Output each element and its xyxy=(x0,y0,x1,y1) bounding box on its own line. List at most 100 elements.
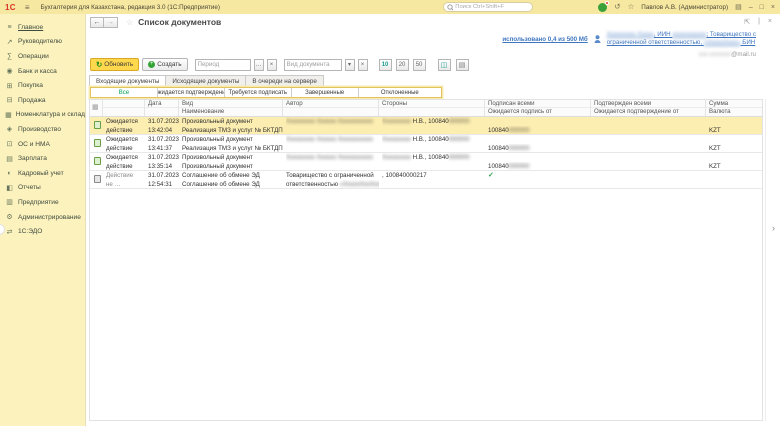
enterprise-building-icon: ▥ xyxy=(5,198,14,207)
date-cell: 31.07.202313:35:14 xyxy=(145,153,179,170)
sidebar-item-purchase[interactable]: ⊞ Покупка xyxy=(0,78,85,93)
refresh-button[interactable]: ↻ Обновить xyxy=(90,58,139,71)
nav-buttons: ← → xyxy=(90,17,118,28)
favorite-star-icon[interactable]: ☆ xyxy=(126,18,133,27)
sidebar-item-reports[interactable]: ◧ Отчеты xyxy=(0,181,85,196)
app-title: Бухгалтерия для Казахстана, редакция 3.0… xyxy=(41,4,221,11)
tab-outgoing-documents[interactable]: Исходящие документы xyxy=(166,75,246,87)
refresh-icon: ↻ xyxy=(96,60,102,69)
page-size-50-button[interactable]: 50 xyxy=(413,59,426,71)
header-parties[interactable]: Стороны xyxy=(379,100,485,116)
status-cell: Ожидаетсядействие xyxy=(103,135,145,152)
sidebar-item-main[interactable]: ≡ Главное xyxy=(0,20,85,35)
purchase-cart-icon: ⊞ xyxy=(5,81,14,90)
parties-cell: Ххххххххх Н.В., 100840000000 xyxy=(379,153,485,170)
row-icon-cell xyxy=(90,153,103,170)
page-size-10-button[interactable]: 10 xyxy=(379,59,392,71)
doctype-dropdown-button[interactable]: ▾ xyxy=(345,59,355,71)
header-kind-name[interactable]: ВидНаименование xyxy=(179,100,283,116)
sidebar-item-enterprise[interactable]: ▥ Предприятие xyxy=(0,195,85,210)
filter-completed[interactable]: Завершенные xyxy=(292,88,359,97)
sidebar-item-bank-cash[interactable]: ◉ Банк и касса xyxy=(0,64,85,79)
list-view-button[interactable]: ◫ xyxy=(438,59,451,71)
sidebar-item-fixed-assets[interactable]: ⊡ ОС и НМА xyxy=(0,137,85,152)
filter-all[interactable]: Все xyxy=(91,88,158,97)
app-close-button[interactable]: × xyxy=(771,4,775,11)
sidebar-item-sales[interactable]: ⊟ Продажа xyxy=(0,93,85,108)
app-maximize-button[interactable]: □ xyxy=(760,4,764,11)
signed-cell: 100840000000 xyxy=(485,153,591,170)
period-choose-button[interactable]: … xyxy=(254,59,264,71)
search-input[interactable] xyxy=(455,4,529,10)
right-panel-expander[interactable]: › xyxy=(768,217,779,239)
sidebar-item-manager[interactable]: ↗ Руководителю xyxy=(0,35,85,50)
sidebar-item-production[interactable]: ◈ Производство xyxy=(0,122,85,137)
hr-people-icon: ◐ xyxy=(5,169,14,178)
header-date[interactable]: Дата xyxy=(145,100,179,116)
date-cell: 31.07.202312:54:31 xyxy=(145,171,179,188)
discussions-icon[interactable] xyxy=(598,3,607,12)
list-settings-button[interactable]: ▤ xyxy=(456,59,469,71)
table-row[interactable]: Ожидаетсядействие 31.07.202313:42:04 Про… xyxy=(90,117,762,135)
table-row[interactable]: Ожидаетсядействие 31.07.202313:35:14 Про… xyxy=(90,153,762,171)
current-user[interactable]: Павлов А.В. (Администратор) xyxy=(641,4,728,11)
filter-rejected[interactable]: Отклоненные xyxy=(359,88,441,97)
sidebar-item-edo[interactable]: ⇄ 1С:ЭДО xyxy=(0,224,85,239)
organization-link[interactable]: Ххххххххх Ххххх, ИИН ххххххххххх; Товари… xyxy=(607,31,756,47)
sum-cell: KZT xyxy=(706,135,763,152)
signed-cell: ✓ xyxy=(485,171,591,188)
tab-incoming-documents[interactable]: Входящие документы xyxy=(89,75,166,87)
pin-icon[interactable]: | xyxy=(758,18,760,26)
detach-window-icon[interactable]: ⇱ xyxy=(744,18,750,26)
status-cell: Ожидаетсядействие xyxy=(103,153,145,170)
filter-awaiting-confirmation[interactable]: Ожидается подтверждение xyxy=(158,88,225,97)
1c-logo: 1С xyxy=(5,3,16,12)
panels-icon[interactable]: ▤ xyxy=(735,3,742,11)
signed-check-icon: ✓ xyxy=(488,172,494,179)
quota-link[interactable]: использовано 0,4 из 500 Мб xyxy=(502,36,587,43)
sidebar-item-operations[interactable]: ∑ Операции xyxy=(0,49,85,64)
org-line-2: ограниченной ответственностью, «ХххххХхх… xyxy=(607,39,756,47)
form-header: ← → ☆ Список документов xyxy=(90,16,221,28)
sidebar-item-inventory[interactable]: ▦ Номенклатура и склад xyxy=(0,108,85,123)
main-menu-icon[interactable]: ≡ xyxy=(25,3,30,12)
inventory-grid-icon: ▦ xyxy=(5,110,12,119)
edo-exchange-icon: ⇄ xyxy=(5,227,14,236)
global-search[interactable] xyxy=(443,2,533,12)
period-clear-button[interactable]: × xyxy=(267,59,277,71)
filter-needs-signing[interactable]: Требуется подписать xyxy=(225,88,292,97)
header-signed[interactable]: Подписан всемиОжидается подпись от xyxy=(485,100,591,116)
forward-button[interactable]: → xyxy=(104,17,118,28)
back-button[interactable]: ← xyxy=(90,17,104,28)
table-row[interactable]: Действиене … 31.07.202312:54:31 Соглашен… xyxy=(90,171,762,189)
production-icon: ◈ xyxy=(5,125,14,134)
plus-icon: + xyxy=(148,61,155,68)
sidebar-item-hr[interactable]: ◐ Кадровый учет xyxy=(0,166,85,181)
form-close-icon[interactable]: × xyxy=(768,18,772,26)
org-line-1: Ххххххххх Ххххх, ИИН ххххххххххх; Товари… xyxy=(607,31,756,39)
sum-cell: KZT xyxy=(706,117,763,134)
period-input[interactable] xyxy=(195,59,251,71)
sections-sidebar: ≡ Главное ↗ Руководителю ∑ Операции ◉ Ба… xyxy=(0,14,85,426)
salary-icon: ▤ xyxy=(5,154,14,163)
doctype-clear-button[interactable]: × xyxy=(358,59,368,71)
create-button[interactable]: + Создать xyxy=(142,58,187,71)
tab-server-queue[interactable]: В очереди на сервере xyxy=(246,75,324,87)
history-icon[interactable]: ↺ xyxy=(614,0,620,14)
sidebar-item-administration[interactable]: ⚙ Администрирование xyxy=(0,210,85,225)
sidebar-item-salary[interactable]: ▤ Зарплата xyxy=(0,151,85,166)
date-cell: 31.07.202313:42:04 xyxy=(145,117,179,134)
document-type-input[interactable] xyxy=(284,59,342,71)
app-minimize-button[interactable]: – xyxy=(749,4,753,11)
favorites-star-icon[interactable]: ☆ xyxy=(628,0,635,14)
header-sum[interactable]: СуммаВалюта xyxy=(706,100,763,116)
row-icon-cell xyxy=(90,117,103,134)
page-size-20-button[interactable]: 20 xyxy=(396,59,409,71)
header-author[interactable]: Автор xyxy=(283,100,379,116)
table-row[interactable]: Ожидаетсядействие 31.07.202313:41:37 Про… xyxy=(90,135,762,153)
parties-cell: , 100840000217 xyxy=(379,171,485,188)
column-chooser-cell[interactable]: ▦ xyxy=(90,100,103,116)
header-confirmed[interactable]: Подтвержден всемиОжидается подтверждение… xyxy=(591,100,706,116)
row-icon-cell xyxy=(90,171,103,188)
header-status[interactable] xyxy=(103,100,145,116)
